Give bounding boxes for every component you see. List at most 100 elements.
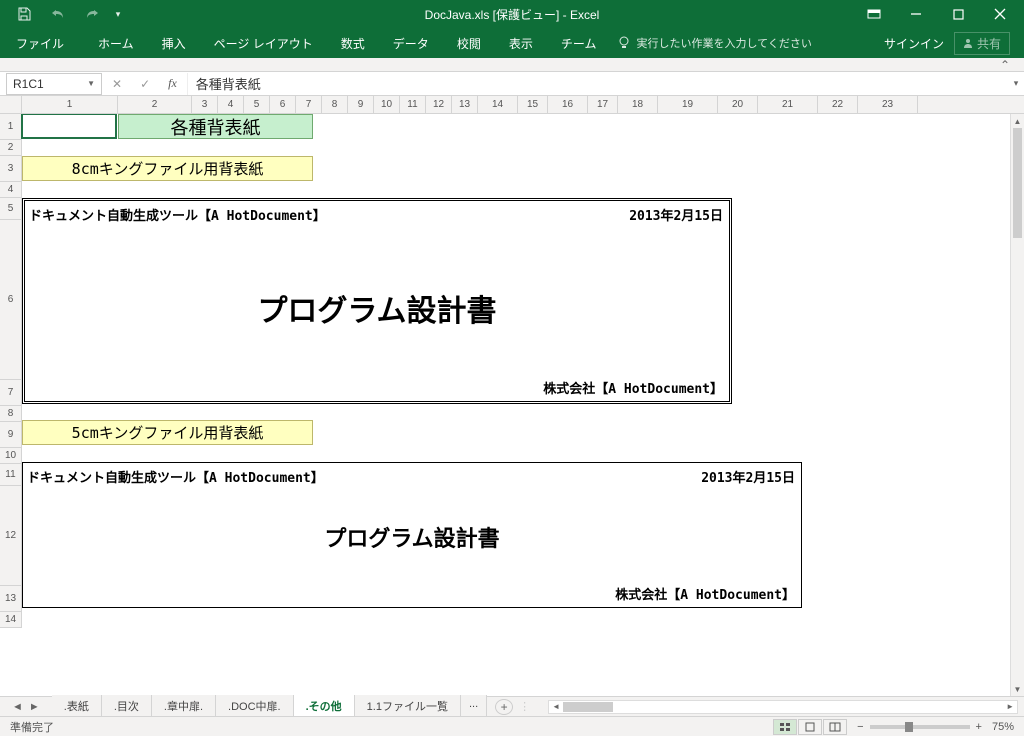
sheet-tab[interactable]: ... bbox=[461, 695, 487, 719]
tab-insert[interactable]: 挿入 bbox=[148, 29, 200, 58]
row-header-4[interactable]: 4 bbox=[0, 182, 22, 198]
vscroll-thumb[interactable] bbox=[1013, 128, 1022, 238]
sheet-tab[interactable]: .章中扉. bbox=[152, 695, 216, 719]
row-header-6[interactable]: 6 bbox=[0, 220, 22, 380]
scroll-down-icon[interactable]: ▼ bbox=[1011, 682, 1024, 696]
tell-me-search[interactable]: 実行したい作業を入力してください bbox=[618, 35, 811, 51]
sheet-tab[interactable]: .表紙 bbox=[52, 695, 102, 719]
sheet-tabs: .表紙.目次.章中扉..DOC中扉..その他1.1ファイル一覧... bbox=[52, 695, 487, 719]
col-header-4[interactable]: 4 bbox=[218, 96, 244, 113]
horizontal-scrollbar[interactable]: ◄ ► bbox=[548, 700, 1018, 714]
col-header-5[interactable]: 5 bbox=[244, 96, 270, 113]
zoom-out-button[interactable]: − bbox=[857, 721, 863, 733]
col-header-12[interactable]: 12 bbox=[426, 96, 452, 113]
col-header-9[interactable]: 9 bbox=[348, 96, 374, 113]
col-header-15[interactable]: 15 bbox=[518, 96, 548, 113]
subtitle-2-cell[interactable]: 5cmキングファイル用背表紙 bbox=[22, 420, 313, 445]
subtitle-1-cell[interactable]: 8cmキングファイル用背表紙 bbox=[22, 156, 313, 181]
cancel-icon[interactable]: ✕ bbox=[112, 77, 122, 91]
row-header-3[interactable]: 3 bbox=[0, 156, 22, 182]
view-buttons bbox=[773, 719, 847, 735]
scroll-up-icon[interactable]: ▲ bbox=[1011, 114, 1024, 128]
col-header-22[interactable]: 22 bbox=[818, 96, 858, 113]
hscroll-thumb[interactable] bbox=[563, 702, 613, 712]
ribbon-display-icon[interactable] bbox=[854, 1, 894, 27]
formula-expand-icon[interactable]: ▾ bbox=[1008, 78, 1024, 89]
fx-icon[interactable]: fx bbox=[168, 76, 177, 91]
row-header-11[interactable]: 11 bbox=[0, 464, 22, 486]
page-break-view-button[interactable] bbox=[823, 719, 847, 735]
row-header-8[interactable]: 8 bbox=[0, 406, 22, 422]
share-button[interactable]: 共有 bbox=[954, 32, 1010, 55]
row-header-14[interactable]: 14 bbox=[0, 612, 22, 628]
zoom-knob[interactable] bbox=[905, 722, 913, 732]
enter-icon[interactable]: ✓ bbox=[140, 77, 150, 91]
col-header-16[interactable]: 16 bbox=[548, 96, 588, 113]
zoom-level[interactable]: 75% bbox=[992, 721, 1014, 733]
main-title-cell[interactable]: 各種背表紙 bbox=[118, 114, 313, 139]
col-header-13[interactable]: 13 bbox=[452, 96, 478, 113]
row-header-2[interactable]: 2 bbox=[0, 140, 22, 156]
page-layout-view-button[interactable] bbox=[798, 719, 822, 735]
tab-review[interactable]: 校閲 bbox=[443, 29, 495, 58]
minimize-button[interactable] bbox=[896, 1, 936, 27]
signin-link[interactable]: サインイン bbox=[884, 35, 944, 52]
col-header-11[interactable]: 11 bbox=[400, 96, 426, 113]
ribbon-collapse-bar: ⌃ bbox=[0, 58, 1024, 72]
col-header-14[interactable]: 14 bbox=[478, 96, 518, 113]
tab-nav-buttons[interactable]: ◄► bbox=[0, 701, 52, 713]
row-header-13[interactable]: 13 bbox=[0, 586, 22, 612]
tab-file[interactable]: ファイル bbox=[4, 29, 84, 58]
col-header-18[interactable]: 18 bbox=[618, 96, 658, 113]
col-header-19[interactable]: 19 bbox=[658, 96, 718, 113]
zoom-in-button[interactable]: + bbox=[976, 721, 982, 733]
maximize-button[interactable] bbox=[938, 1, 978, 27]
row-header-5[interactable]: 5 bbox=[0, 198, 22, 220]
row-header-7[interactable]: 7 bbox=[0, 380, 22, 406]
col-header-6[interactable]: 6 bbox=[270, 96, 296, 113]
col-header-23[interactable]: 23 bbox=[858, 96, 918, 113]
sheet-tab[interactable]: .目次 bbox=[102, 695, 152, 719]
row-header-10[interactable]: 10 bbox=[0, 448, 22, 464]
sheet-tab[interactable]: 1.1ファイル一覧 bbox=[355, 695, 461, 719]
col-header-3[interactable]: 3 bbox=[192, 96, 218, 113]
vertical-scrollbar[interactable]: ▲ ▼ bbox=[1010, 114, 1024, 696]
save-icon[interactable] bbox=[8, 2, 40, 26]
tab-pagelayout[interactable]: ページ レイアウト bbox=[200, 29, 327, 58]
row-header-12[interactable]: 12 bbox=[0, 486, 22, 586]
worksheet-grid[interactable]: 1234567891011121314 各種背表紙 8cmキングファイル用背表紙… bbox=[0, 114, 1010, 696]
col-header-20[interactable]: 20 bbox=[718, 96, 758, 113]
col-header-17[interactable]: 17 bbox=[588, 96, 618, 113]
tab-data[interactable]: データ bbox=[379, 29, 443, 58]
zoom-slider[interactable]: − + bbox=[857, 721, 982, 733]
redo-icon[interactable] bbox=[76, 2, 108, 26]
row-header-1[interactable]: 1 bbox=[0, 114, 22, 140]
formula-input[interactable]: 各種背表紙 bbox=[187, 73, 1008, 95]
col-header-21[interactable]: 21 bbox=[758, 96, 818, 113]
new-sheet-button[interactable]: + bbox=[495, 699, 513, 715]
normal-view-button[interactable] bbox=[773, 719, 797, 735]
tab-formulas[interactable]: 数式 bbox=[327, 29, 379, 58]
sheet-tab-strip: ◄► .表紙.目次.章中扉..DOC中扉..その他1.1ファイル一覧... + … bbox=[0, 696, 1024, 716]
tab-view[interactable]: 表示 bbox=[495, 29, 547, 58]
col-header-8[interactable]: 8 bbox=[322, 96, 348, 113]
tab-home[interactable]: ホーム bbox=[84, 29, 148, 58]
select-all-button[interactable] bbox=[0, 96, 22, 113]
sheet-tab[interactable]: .DOC中扉. bbox=[216, 695, 294, 719]
doc-date-label-2: 2013年2月15日 bbox=[701, 467, 795, 486]
undo-icon[interactable] bbox=[42, 2, 74, 26]
status-bar: 準備完了 − + 75% bbox=[0, 716, 1024, 736]
qat-dropdown-icon[interactable]: ▾ bbox=[110, 2, 126, 26]
tab-team[interactable]: チーム bbox=[547, 29, 611, 58]
bulb-icon bbox=[618, 36, 630, 50]
collapse-ribbon-icon[interactable]: ⌃ bbox=[1000, 58, 1010, 72]
close-button[interactable] bbox=[980, 1, 1020, 27]
col-header-2[interactable]: 2 bbox=[118, 96, 192, 113]
col-header-10[interactable]: 10 bbox=[374, 96, 400, 113]
col-header-7[interactable]: 7 bbox=[296, 96, 322, 113]
sheet-tab[interactable]: .その他 bbox=[294, 695, 355, 719]
name-box-dropdown-icon[interactable]: ▼ bbox=[87, 79, 95, 88]
name-box[interactable]: R1C1 ▼ bbox=[6, 73, 102, 95]
col-header-1[interactable]: 1 bbox=[22, 96, 118, 113]
row-header-9[interactable]: 9 bbox=[0, 422, 22, 448]
